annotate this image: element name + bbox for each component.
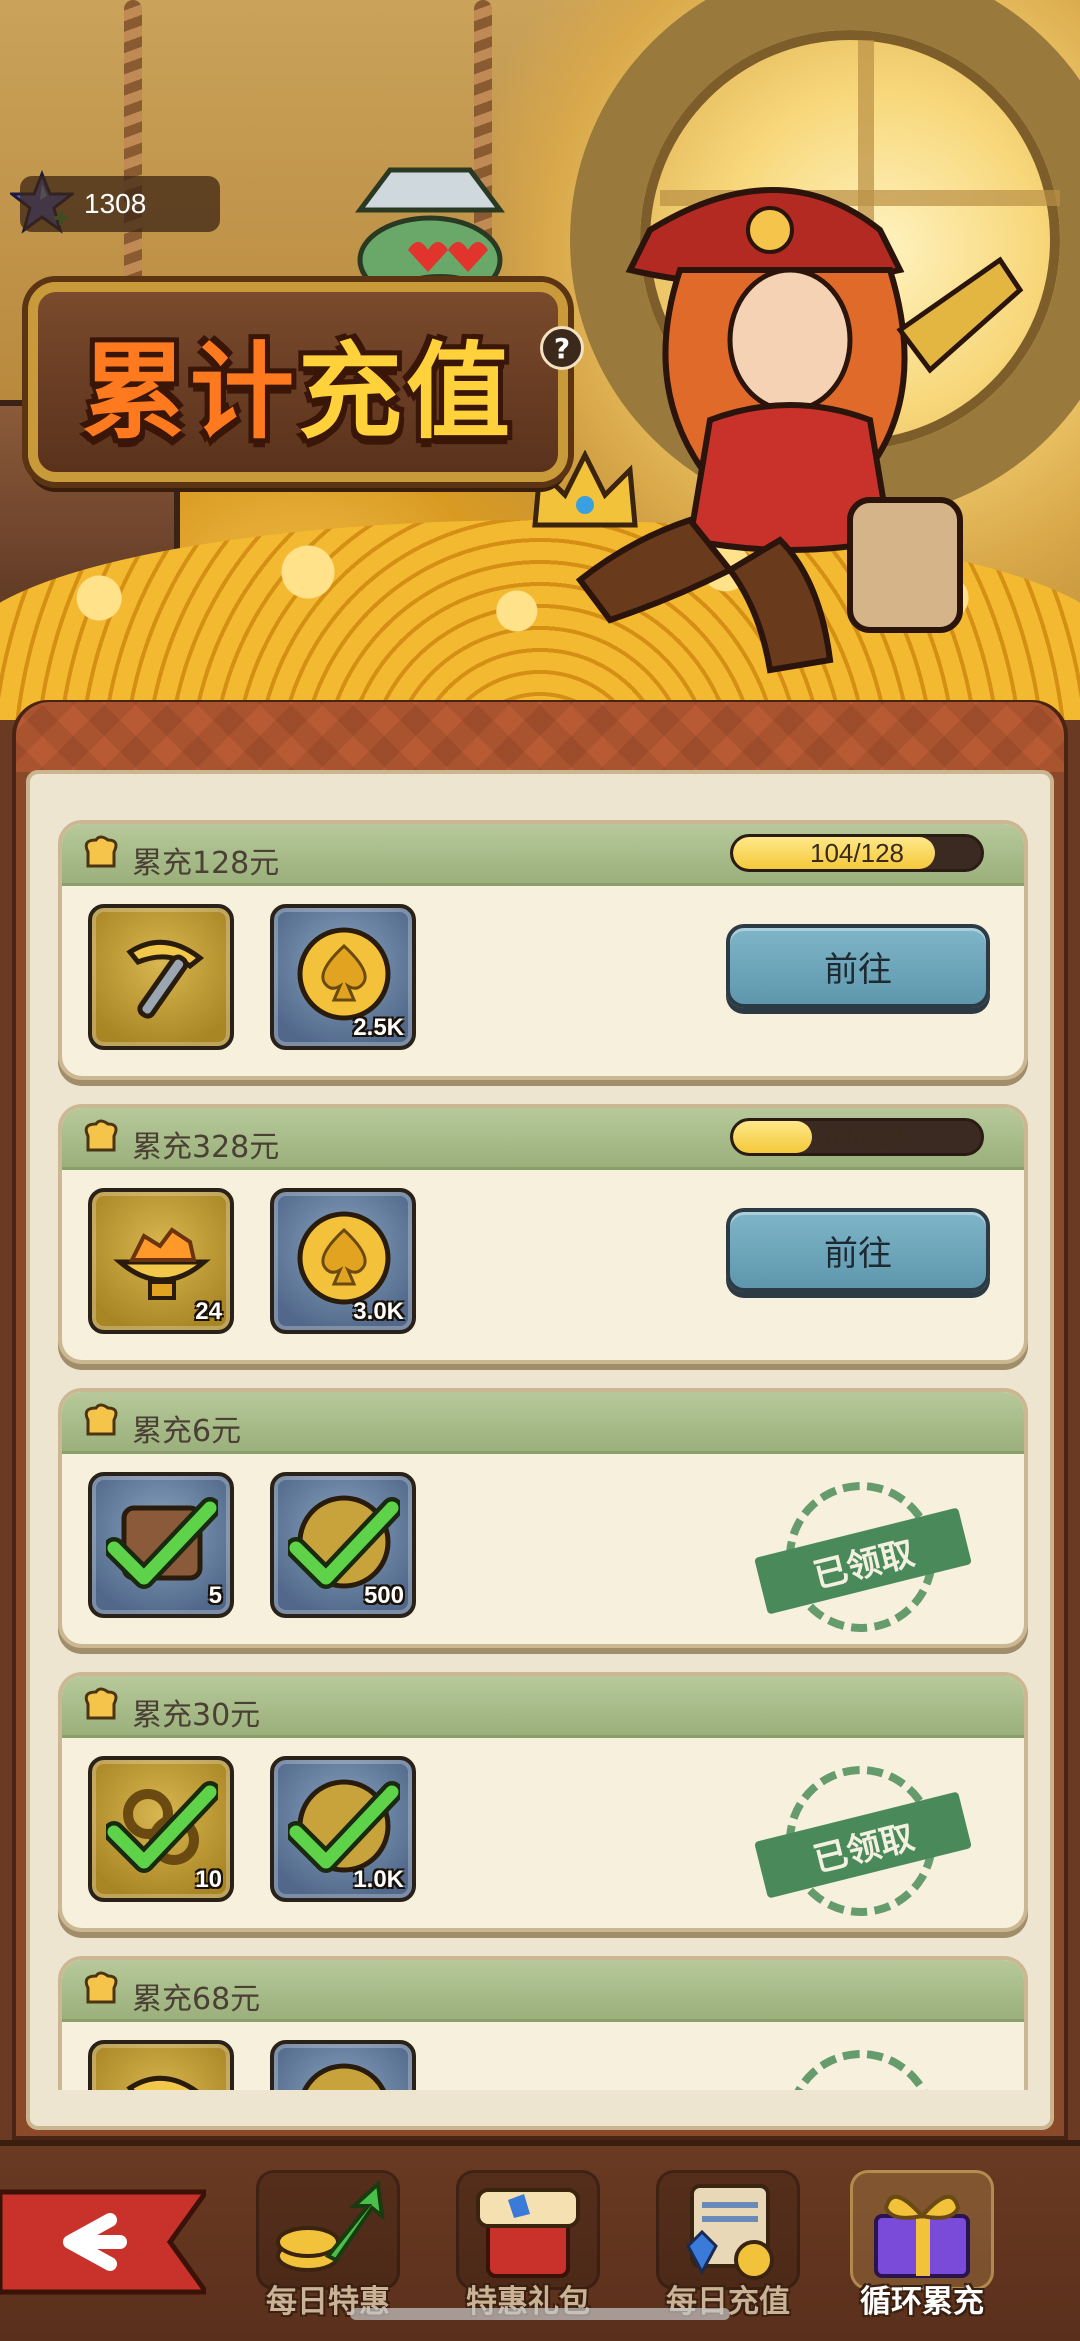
reward-item[interactable] (270, 2040, 416, 2090)
pickaxe-icon (126, 2075, 199, 2090)
page-title: 累计充值 (81, 330, 515, 453)
reward-qty: 5 (208, 1582, 222, 1609)
claimed-stamp-ring (770, 2034, 952, 2090)
tier-card: 累充128元 104/128 2.5K 前往 (58, 820, 1028, 1080)
title-signboard: 累计充值 (28, 282, 568, 482)
parrot-illustration (355, 167, 505, 300)
tier-card: 累充68元 (58, 1956, 1028, 2090)
reward-item[interactable]: 24 (88, 1188, 234, 1334)
tier-list[interactable]: 累充128元 104/128 2.5K 前往 累充328元 104/328 24… (30, 774, 1050, 2090)
hanging-rope (124, 0, 142, 300)
reward-item[interactable]: 2.5K (270, 904, 416, 1050)
reward-item[interactable]: 5 (88, 1472, 234, 1618)
tier-header: 累充128元 104/128 (62, 824, 1024, 886)
progress-label: 104/328 (810, 1121, 904, 1152)
daily-recharge-icon (686, 2184, 774, 2280)
tier-title: 累充30元 (132, 1698, 261, 1733)
chef-hat-icon (84, 1971, 118, 2004)
check-icon (106, 1781, 218, 1873)
reward-item[interactable]: 1.0K (270, 1756, 416, 1902)
gem-balance[interactable]: 1308 (20, 176, 220, 232)
chef-hat-icon (84, 1687, 118, 1720)
reward-qty: 2.5K (353, 1014, 404, 1041)
tier-header: 累充328元 104/328 (62, 1108, 1024, 1170)
check-icon (288, 1781, 400, 1873)
tier-title: 累充128元 (132, 846, 280, 881)
reward-qty: 1.0K (353, 1866, 404, 1893)
tier-title: 累充6元 (132, 1414, 242, 1449)
tab-cycle-recharge[interactable]: 循环累充 (840, 2170, 1004, 2340)
coins-arrow-icon (276, 2179, 385, 2272)
pirate-girl-illustration (575, 187, 1024, 674)
reward-qty: 500 (363, 1582, 404, 1609)
spade-coin-icon (297, 927, 391, 1021)
tier-header: 累充68元 (62, 1960, 1024, 2022)
tier-card: 累充30元 10 1.0K 已领取 (58, 1672, 1028, 1932)
spade-coin-icon (297, 1211, 391, 1305)
check-icon (106, 1497, 218, 1589)
chef-hat-icon (84, 1403, 118, 1436)
pickaxe-icon (126, 939, 205, 1019)
tier-title: 累充328元 (132, 1130, 280, 1165)
tab-label: 循环累充 (860, 2284, 984, 2320)
tier-header: 累充6元 (62, 1392, 1024, 1454)
coin-icon (302, 2063, 386, 2090)
progress-label: 104/128 (810, 837, 904, 868)
home-indicator (350, 2308, 730, 2320)
chef-hat-icon (84, 1119, 118, 1152)
reward-item[interactable] (88, 2040, 234, 2090)
reward-item[interactable]: 3.0K (270, 1188, 416, 1334)
tier-card: 累充328元 104/328 24 3.0K 前往 (58, 1104, 1028, 1364)
tier-progress-bar: 104/328 (730, 1118, 984, 1156)
help-icon[interactable]: ? (540, 326, 584, 370)
gift-pack-icon (476, 2188, 580, 2278)
tier-title: 累充68元 (132, 1982, 261, 2017)
reward-qty: 3.0K (353, 1298, 404, 1325)
reward-qty: 10 (195, 1866, 222, 1893)
reward-qty: 24 (195, 1298, 222, 1325)
tier-card: 累充6元 5 500 已领取 (58, 1388, 1028, 1648)
tier-progress-bar: 104/128 (730, 834, 984, 872)
chef-hat-icon (84, 835, 118, 868)
reward-item[interactable]: 500 (270, 1472, 416, 1618)
reward-item[interactable] (88, 904, 234, 1050)
panel-awning (16, 702, 1064, 772)
back-arrow-icon (0, 2189, 211, 2295)
back-button[interactable] (0, 2182, 211, 2302)
tier-panel: 累充128元 104/128 2.5K 前往 累充328元 104/328 24… (26, 770, 1054, 2130)
go-button[interactable]: 前往 (726, 1208, 990, 1292)
hero-banner: 1308 累计充值 ? (0, 0, 1080, 720)
go-button[interactable]: 前往 (726, 924, 990, 1008)
tier-header: 累充30元 (62, 1676, 1024, 1738)
gift-box-icon (874, 2194, 970, 2278)
gem-count: 1308 (84, 188, 147, 219)
check-icon (288, 1497, 400, 1589)
gold-ore-bowl-icon (113, 1227, 211, 1300)
reward-item[interactable]: 10 (88, 1756, 234, 1902)
